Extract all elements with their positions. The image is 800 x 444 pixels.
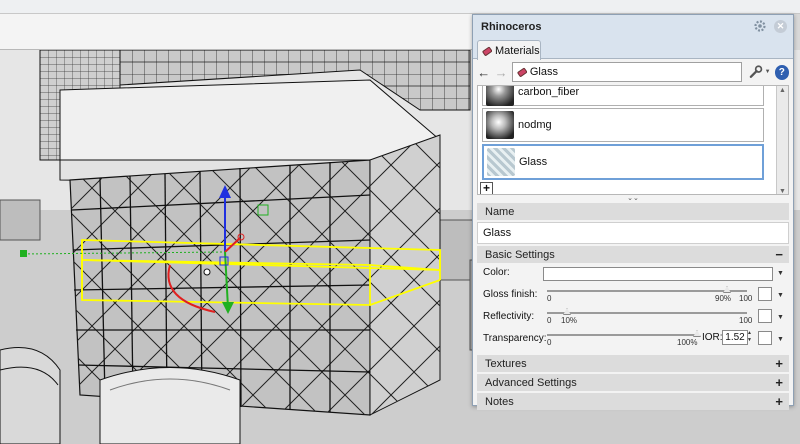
ior-input[interactable]: 1.52	[722, 330, 748, 345]
gloss-max: 100	[739, 294, 753, 303]
reflectivity-min: 0	[547, 316, 552, 325]
material-thumbnail	[487, 148, 515, 176]
panel-title: Rhinoceros	[481, 21, 542, 33]
reflectivity-slider[interactable]	[547, 308, 747, 315]
reflectivity-row: Reflectivity: 0 10% 100 ▼	[477, 307, 789, 329]
panel-title-bar: Rhinoceros ✕	[473, 15, 793, 39]
gloss-finish-row: Gloss finish: 0 90% 100 ▼	[477, 285, 789, 307]
chevron-down-icon[interactable]: ▼	[777, 336, 784, 343]
material-list: carbon_fiber nodmg Glass + ▲ ▼	[477, 85, 789, 195]
material-navbar: ← → Glass ▼ ?	[473, 59, 793, 85]
transparency-label: Transparency:	[483, 333, 547, 344]
chevron-down-icon[interactable]: ▼	[777, 314, 784, 321]
section-advanced-settings-header[interactable]: Advanced Settings +	[477, 374, 789, 391]
gloss-value: 90%	[715, 294, 732, 303]
chevron-down-icon[interactable]: ▼	[777, 270, 784, 277]
gloss-min: 0	[547, 294, 552, 303]
transparency-texture-slot[interactable]	[758, 331, 772, 345]
list-item[interactable]: carbon_fiber	[482, 86, 764, 106]
list-item-selected[interactable]: Glass	[482, 144, 764, 180]
add-material-icon[interactable]: +	[480, 182, 493, 194]
material-name: nodmg	[518, 119, 552, 131]
slider-knob[interactable]	[563, 308, 571, 315]
collapse-icon[interactable]: −	[775, 247, 783, 262]
gloss-finish-slider[interactable]	[547, 286, 747, 293]
material-name-value: Glass	[483, 227, 512, 239]
section-notes-title: Notes	[485, 395, 514, 408]
expand-icon[interactable]: +	[775, 356, 783, 371]
reflectivity-label: Reflectivity:	[483, 311, 535, 322]
help-icon[interactable]: ?	[774, 64, 789, 80]
material-name: carbon_fiber	[518, 86, 580, 98]
section-advanced-settings-title: Advanced Settings	[485, 376, 577, 389]
ior-spinner[interactable]: ▲ ▼	[747, 330, 752, 345]
expand-icon[interactable]: +	[775, 394, 783, 409]
reflectivity-max: 100	[739, 316, 753, 325]
color-row: Color: ▼	[477, 263, 789, 285]
transparency-row: Transparency: 0 100% IOR: 1.52 ▲ ▼ ▼	[477, 329, 789, 351]
forward-arrow-icon[interactable]: →	[494, 65, 508, 80]
splitter-chevron-icon[interactable]: ⌄⌄	[473, 195, 793, 203]
material-name: Glass	[519, 156, 548, 168]
color-swatch-field[interactable]	[543, 267, 773, 281]
section-textures-header[interactable]: Textures +	[477, 355, 789, 372]
back-arrow-icon[interactable]: ←	[477, 65, 490, 80]
section-name-title: Name	[485, 205, 515, 218]
rhinoceros-panel: Rhinoceros ✕ Materials ← → Glass ▼ ? car…	[472, 14, 794, 410]
current-material-field[interactable]: Glass	[511, 62, 743, 82]
transparency-min: 0	[547, 338, 552, 347]
gear-icon[interactable]	[753, 19, 767, 33]
expand-icon[interactable]: +	[775, 375, 783, 390]
color-label: Color:	[483, 267, 510, 278]
wrench-icon[interactable]	[748, 64, 763, 80]
transparency-slider[interactable]	[547, 330, 701, 337]
materials-icon	[517, 67, 527, 77]
tab-label: Materials	[495, 44, 540, 57]
host-title-bar	[0, 0, 800, 14]
close-icon[interactable]: ✕	[774, 20, 787, 33]
materials-icon	[482, 46, 492, 56]
panel-tabs: Materials	[473, 39, 793, 60]
section-textures-title: Textures	[485, 357, 527, 370]
material-thumbnail	[486, 86, 514, 106]
slider-knob[interactable]	[723, 286, 731, 293]
reflectivity-texture-slot[interactable]	[758, 309, 772, 323]
current-material-label: Glass	[529, 66, 558, 78]
list-item[interactable]: nodmg	[482, 108, 764, 142]
material-list-scrollbar[interactable]: ▲ ▼	[776, 86, 788, 194]
material-name-field[interactable]: Glass	[477, 222, 789, 244]
reflectivity-value: 10%	[561, 316, 578, 325]
transparency-value: 100%	[677, 338, 698, 347]
slider-knob[interactable]	[693, 330, 701, 337]
tab-materials[interactable]: Materials	[477, 40, 541, 60]
chevron-down-icon[interactable]: ▼	[765, 69, 771, 75]
chevron-down-icon[interactable]: ▼	[777, 292, 784, 299]
host-toolbar	[0, 14, 472, 50]
section-name-header: Name	[477, 203, 789, 220]
section-basic-settings-title: Basic Settings	[485, 248, 555, 261]
ior-label: IOR:	[702, 332, 723, 343]
material-thumbnail	[486, 111, 514, 139]
section-notes-header[interactable]: Notes +	[477, 393, 789, 410]
gloss-texture-slot[interactable]	[758, 287, 772, 301]
section-basic-settings-header[interactable]: Basic Settings −	[477, 246, 789, 263]
gloss-finish-label: Gloss finish:	[483, 289, 538, 300]
